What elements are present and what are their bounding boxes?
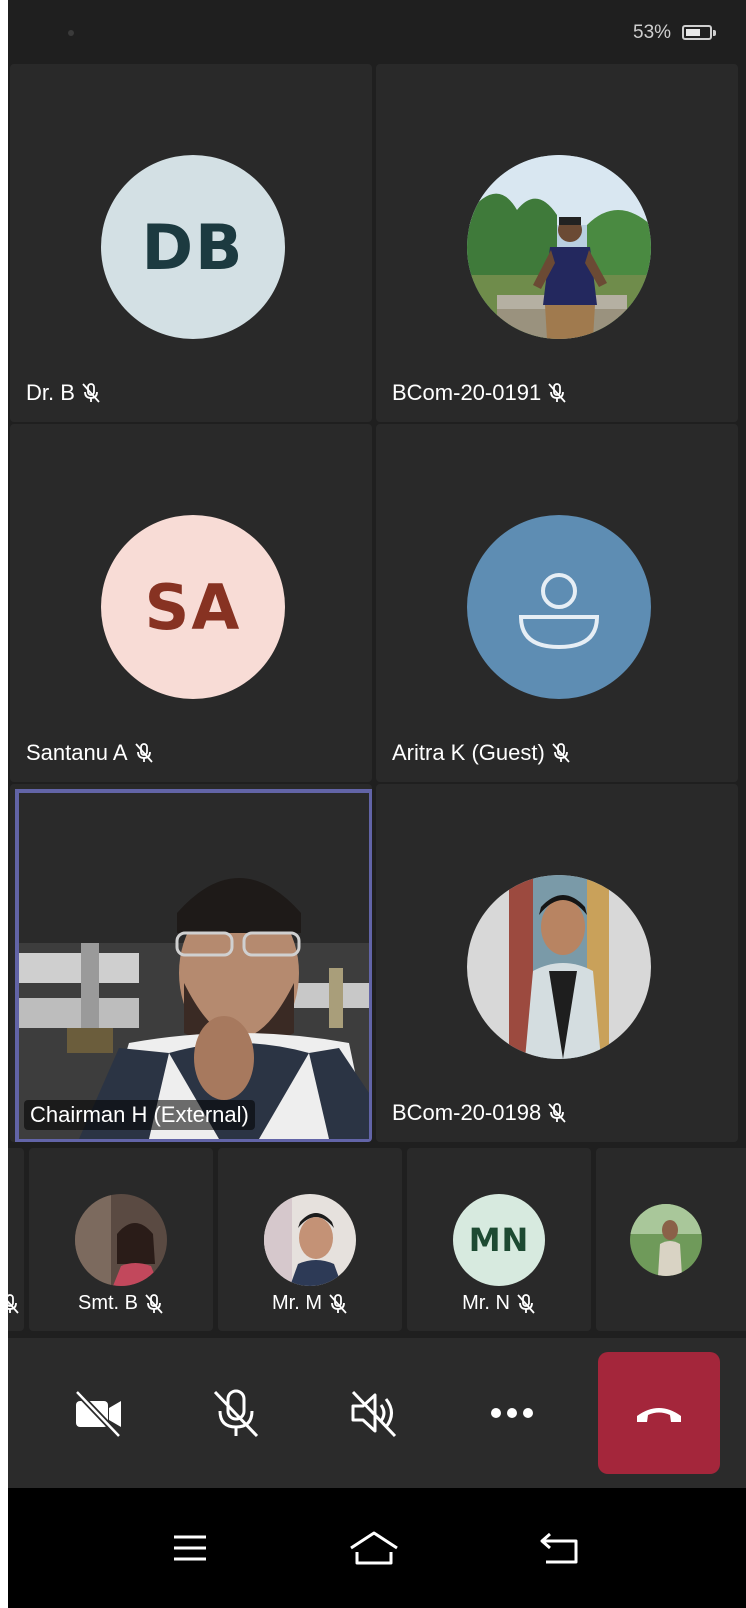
participant-tile-mr-m[interactable]: Mr. M (218, 1148, 402, 1331)
more-icon (491, 1408, 533, 1418)
menu-button[interactable] (150, 1508, 230, 1588)
participant-label: Smt. B (29, 1292, 213, 1315)
back-icon (540, 1532, 578, 1564)
mic-muted-icon (144, 1293, 164, 1315)
home-icon (350, 1531, 398, 1565)
avatar-initials: SA (101, 515, 285, 699)
participant-tile-bcom-20-0191[interactable]: BCom-20-0191 (376, 64, 738, 422)
back-button[interactable] (520, 1508, 600, 1588)
status-bar: 53% (8, 0, 746, 62)
avatar-photo (75, 1194, 167, 1286)
participant-tile-dr-b[interactable]: DB Dr. B (10, 64, 372, 422)
battery-fill (686, 29, 700, 36)
mic-toggle-button[interactable] (176, 1338, 296, 1488)
participant-label: Dr. B (26, 380, 101, 406)
participant-tile-santanu-a[interactable]: SA Santanu A (10, 424, 372, 782)
participant-strip[interactable]: Smt. B Mr. M MN Mr. N (8, 1148, 746, 1334)
participant-name: BCom-20-0191 (392, 380, 542, 405)
battery-icon (682, 25, 716, 40)
call-controls (8, 1338, 746, 1488)
speaker-toggle-button[interactable] (314, 1338, 434, 1488)
mic-muted-icon (516, 1293, 536, 1315)
battery-percent: 53% (633, 22, 672, 43)
speaker-off-icon (351, 1390, 397, 1438)
more-options-button[interactable] (452, 1338, 572, 1488)
participant-name: Santanu A (26, 740, 128, 765)
mic-muted-icon (328, 1293, 348, 1315)
participant-label: BCom-20-0198 (392, 1100, 567, 1126)
participant-name: Smt. B (77, 1292, 138, 1314)
video-feed (19, 793, 369, 1139)
participant-label: BCom-20-0191 (392, 380, 567, 406)
mic-muted-icon (134, 742, 154, 764)
avatar-initials: MN (453, 1194, 545, 1286)
mic-off-icon (213, 1389, 259, 1438)
avatar-photo (467, 875, 651, 1059)
mic-muted-icon (547, 382, 567, 404)
phone-screen: 53% DB Dr. B BCom-20-0191 SA Santanu A A… (8, 0, 746, 1608)
participant-label (8, 1293, 20, 1315)
participant-name: Mr. N (462, 1292, 510, 1314)
participant-label: Aritra K (Guest) (392, 740, 571, 766)
participant-tile-chairman-h[interactable]: Chairman H (External) (10, 784, 372, 1142)
camera-toggle-button[interactable] (38, 1338, 158, 1488)
avatar-photo (467, 155, 651, 339)
active-speaker-frame (15, 789, 372, 1142)
hang-up-button[interactable] (598, 1352, 720, 1474)
mic-muted-icon (81, 382, 101, 404)
avatar-photo (264, 1194, 356, 1286)
mic-muted-icon (8, 1293, 20, 1315)
participant-label: Mr. N (407, 1292, 591, 1315)
system-nav-bar (8, 1488, 746, 1608)
person-icon (518, 573, 600, 650)
participant-name: Mr. M (272, 1292, 322, 1314)
avatar-initials: DB (101, 155, 285, 339)
mic-muted-icon (551, 742, 571, 764)
participant-tile-mini-partial[interactable] (596, 1148, 746, 1331)
participant-name: Chairman H (External) (24, 1100, 255, 1130)
participant-tile-smt-b[interactable]: Smt. B (29, 1148, 213, 1331)
hang-up-icon (637, 1408, 681, 1422)
home-button[interactable] (334, 1508, 414, 1588)
menu-icon (174, 1535, 206, 1561)
participant-name: BCom-20-0198 (392, 1100, 542, 1125)
camera-cutout (68, 30, 74, 36)
participant-label: Mr. M (218, 1292, 402, 1315)
participant-tile-aritra-k[interactable]: Aritra K (Guest) (376, 424, 738, 782)
avatar-photo (630, 1204, 702, 1276)
participant-tile-mr-n[interactable]: MN Mr. N (407, 1148, 591, 1331)
guest-avatar (467, 515, 651, 699)
participant-name: Aritra K (Guest) (392, 740, 545, 765)
participant-tile-bcom-20-0198[interactable]: BCom-20-0198 (376, 784, 738, 1142)
mic-muted-icon (547, 1102, 567, 1124)
participant-label: Santanu A (26, 740, 154, 766)
camera-off-icon (74, 1389, 122, 1439)
participant-tile-mini-offscreen[interactable] (8, 1148, 24, 1331)
participant-name: Dr. B (26, 380, 75, 405)
